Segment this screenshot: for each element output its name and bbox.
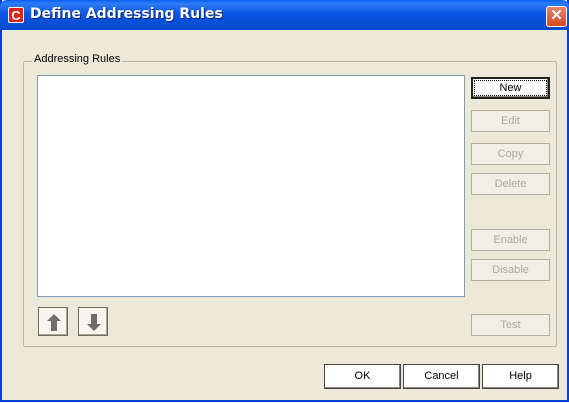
group-label: Addressing Rules: [32, 53, 123, 65]
enable-button[interactable]: Enable: [471, 229, 550, 251]
new-button-label: New: [474, 80, 547, 96]
arrow-up-icon: [47, 314, 61, 331]
close-button[interactable]: ✕: [546, 6, 567, 27]
help-button[interactable]: Help: [482, 364, 559, 389]
move-down-button[interactable]: [78, 307, 108, 336]
arrow-down-icon: [87, 314, 101, 331]
new-button[interactable]: New: [471, 77, 550, 99]
copy-button[interactable]: Copy: [471, 143, 550, 165]
app-logo-icon: C: [8, 7, 24, 23]
test-button[interactable]: Test: [471, 314, 550, 336]
move-up-button[interactable]: [38, 307, 68, 336]
rules-list[interactable]: [37, 75, 465, 297]
edit-button[interactable]: Edit: [471, 110, 550, 132]
delete-button[interactable]: Delete: [471, 173, 550, 195]
title-bar[interactable]: C Define Addressing Rules ✕: [0, 0, 569, 30]
ok-button[interactable]: OK: [324, 364, 401, 389]
dialog-title: Define Addressing Rules: [30, 6, 223, 22]
disable-button[interactable]: Disable: [471, 259, 550, 281]
cancel-button[interactable]: Cancel: [403, 364, 480, 389]
